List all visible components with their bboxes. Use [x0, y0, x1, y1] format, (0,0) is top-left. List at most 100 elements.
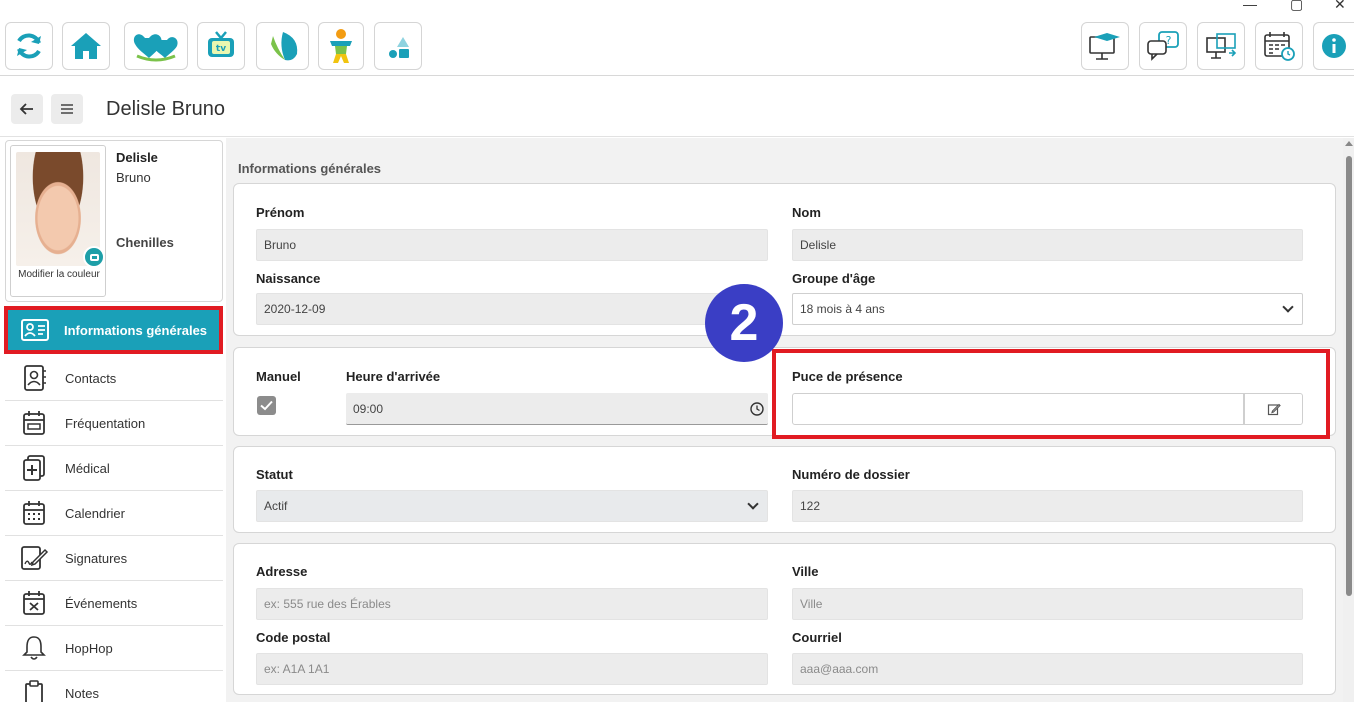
arrivee-field[interactable]: 09:00: [346, 393, 768, 425]
sidebar-item-label: Médical: [65, 460, 110, 476]
maximize-icon[interactable]: ▢: [1290, 0, 1303, 13]
chevron-down-icon: [1282, 301, 1294, 313]
address-card: Adresse ex: 555 rue des Érables Ville Vi…: [233, 543, 1336, 695]
sidebar-item-label: Notes: [65, 685, 99, 701]
monitor-grad-button[interactable]: [1081, 22, 1129, 70]
sidebar-item-signatures[interactable]: Signatures: [5, 536, 223, 581]
scroll-up-icon[interactable]: [1345, 141, 1353, 146]
ville-field[interactable]: Ville: [792, 588, 1303, 620]
monitor-grad-icon: [1089, 33, 1120, 60]
screen-sync-button[interactable]: [1197, 22, 1245, 70]
child-icon: [330, 29, 352, 63]
ville-label: Ville: [792, 564, 819, 579]
manuel-checkbox[interactable]: [257, 396, 276, 415]
postal-label: Code postal: [256, 630, 331, 645]
refresh-icon: [17, 33, 41, 59]
home-button[interactable]: [62, 22, 110, 70]
scroll-thumb[interactable]: [1346, 156, 1352, 596]
sidebar-item-label: Informations générales: [64, 322, 208, 338]
arrow-left-icon: [19, 103, 33, 115]
sidebar-item-label: Signatures: [65, 550, 128, 566]
step-badge: 2: [705, 284, 783, 362]
arrivee-value: 09:00: [353, 401, 384, 416]
close-icon[interactable]: ✕: [1334, 0, 1346, 13]
top-toolbar: tv ?: [0, 16, 1354, 76]
chat-help-button[interactable]: ?: [1139, 22, 1187, 70]
shapes-icon: [389, 37, 409, 58]
shapes-button[interactable]: [374, 22, 422, 70]
info-button[interactable]: [1313, 22, 1354, 70]
contacts-book-icon: [19, 363, 49, 393]
medical-file-icon: [19, 453, 49, 483]
adresse-field[interactable]: ex: 555 rue des Érables: [256, 588, 768, 620]
naissance-field[interactable]: 2020-12-09: [256, 293, 768, 325]
courriel-field[interactable]: aaa@aaa.com: [792, 653, 1303, 685]
calendar-icon: [19, 498, 49, 528]
minimize-icon[interactable]: —: [1243, 0, 1257, 12]
hamburger-icon: [61, 104, 73, 114]
calendar-clock-button[interactable]: [1255, 22, 1303, 70]
sidebar-item-contacts[interactable]: Contacts: [5, 356, 223, 401]
svg-text:tv: tv: [216, 44, 226, 54]
chat-help-icon: ?: [1147, 31, 1179, 61]
menu-button[interactable]: [51, 94, 83, 124]
statut-value: Actif: [264, 499, 288, 513]
dossier-field[interactable]: 122: [792, 490, 1303, 522]
sidebar-item-label: Contacts: [65, 370, 117, 386]
photo-box[interactable]: Modifier la couleur: [10, 145, 106, 297]
groupe-value: 18 mois à 4 ans: [800, 302, 885, 316]
page-title: Delisle Bruno: [106, 98, 225, 120]
nom-label: Nom: [792, 205, 821, 220]
sidebar-item-informations[interactable]: Informations générales: [4, 306, 223, 354]
leaf-button[interactable]: [256, 22, 309, 70]
statut-select[interactable]: Actif: [256, 490, 768, 522]
profile-card: Modifier la couleur Delisle Bruno Chenil…: [5, 140, 223, 302]
highlight-box: [772, 349, 1330, 439]
hearts-icon: [133, 34, 178, 62]
identity-card: Prénom Bruno Nom Delisle Naissance 2020-…: [233, 183, 1336, 336]
refresh-button[interactable]: [5, 22, 53, 70]
prenom-label: Prénom: [256, 205, 305, 220]
profile-group: Chenilles: [116, 235, 174, 250]
arrivee-label: Heure d'arrivée: [346, 369, 441, 384]
sidebar-item-frequentation[interactable]: Fréquentation: [5, 401, 223, 446]
home-icon: [71, 33, 101, 59]
adresse-label: Adresse: [256, 564, 308, 579]
nom-field[interactable]: Delisle: [792, 229, 1303, 261]
clock-icon[interactable]: [750, 402, 764, 416]
prenom-field[interactable]: Bruno: [256, 229, 768, 261]
postal-field[interactable]: ex: A1A 1A1: [256, 653, 768, 685]
groupe-select[interactable]: 18 mois à 4 ans: [792, 293, 1303, 325]
app-window: — ▢ ✕ tv ? Delisle Bruno Modifier la cou…: [0, 0, 1354, 702]
sidebar-item-calendrier[interactable]: Calendrier: [5, 491, 223, 536]
sidebar-item-hophop[interactable]: HopHop: [5, 626, 223, 671]
status-card: Statut Actif Numéro de dossier 122: [233, 446, 1336, 533]
chevron-down-icon: [747, 498, 759, 510]
sidebar-item-notes[interactable]: Notes: [5, 671, 223, 702]
checkmark-icon: [260, 400, 273, 411]
child-button[interactable]: [318, 22, 364, 70]
screen-sync-icon: [1206, 33, 1237, 59]
hearts-button[interactable]: [124, 22, 188, 70]
id-card-icon: [20, 315, 50, 345]
dossier-label: Numéro de dossier: [792, 467, 910, 482]
sidebar-item-label: HopHop: [65, 640, 113, 656]
sidebar-item-label: Calendrier: [65, 505, 125, 521]
sidebar-item-label: Événements: [65, 595, 138, 611]
sidebar-item-medical[interactable]: Médical: [5, 446, 223, 491]
manuel-label: Manuel: [256, 369, 301, 384]
clipboard-icon: [19, 678, 49, 702]
event-calendar-icon: [19, 588, 49, 618]
section-title: Informations générales: [238, 161, 382, 176]
courriel-label: Courriel: [792, 630, 842, 645]
sidebar-item-evenements[interactable]: Événements: [5, 581, 223, 626]
back-button[interactable]: [11, 94, 43, 124]
profile-first-name: Bruno: [116, 170, 151, 185]
photo-caption[interactable]: Modifier la couleur: [11, 269, 107, 281]
naissance-label: Naissance: [256, 271, 321, 286]
main-scrollbar[interactable]: [1343, 138, 1354, 702]
sidebar: Modifier la couleur Delisle Bruno Chenil…: [0, 138, 226, 702]
leaf-icon: [270, 32, 297, 61]
tv-button[interactable]: tv: [197, 22, 245, 70]
camera-icon[interactable]: [83, 246, 105, 268]
